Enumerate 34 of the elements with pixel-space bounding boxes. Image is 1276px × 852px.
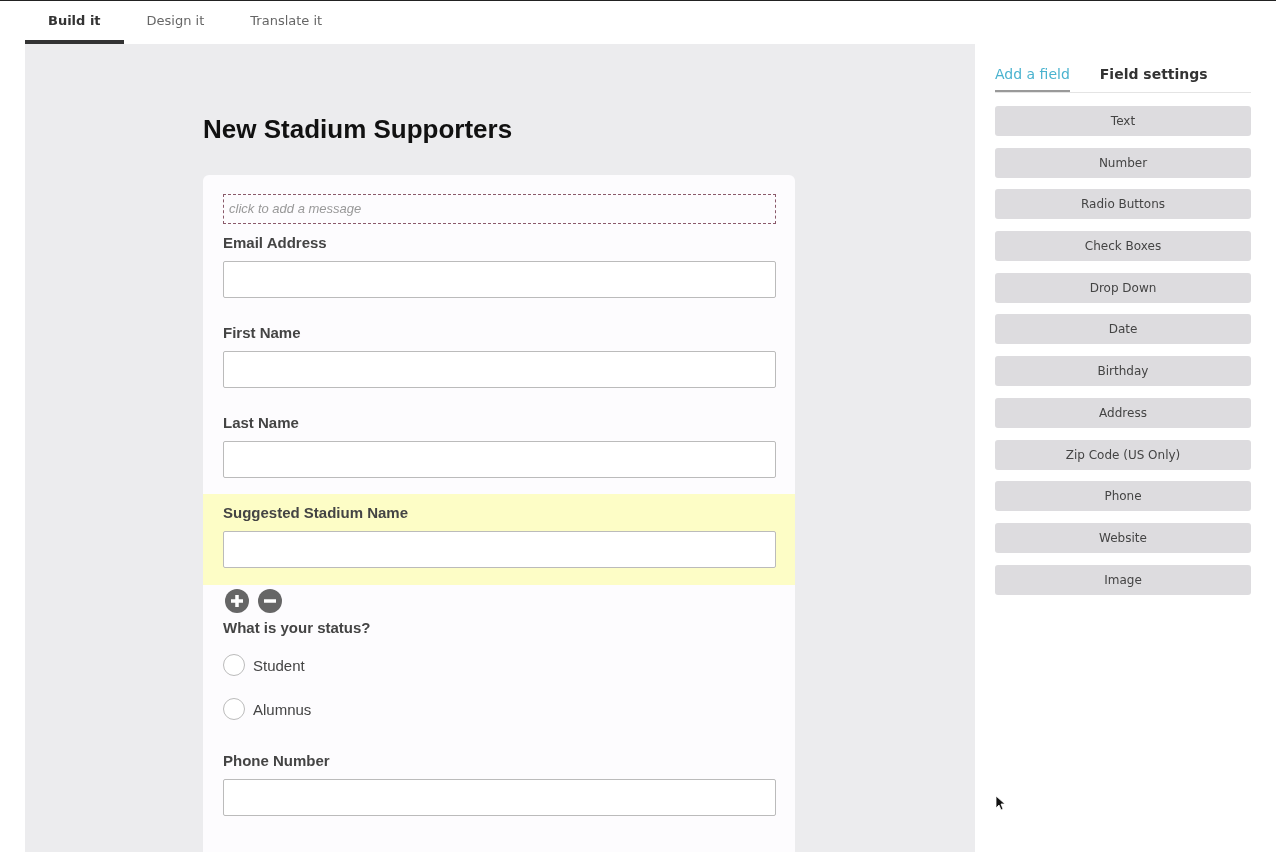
input-field[interactable] xyxy=(223,441,776,478)
field-label: Last Name xyxy=(223,414,300,431)
field-type-button[interactable]: Check Boxes xyxy=(995,231,1251,262)
input-field[interactable] xyxy=(223,351,776,388)
question-label: What is your status? xyxy=(223,619,372,636)
input-field[interactable] xyxy=(223,779,776,816)
option-label: Alumnus xyxy=(253,700,312,718)
tab[interactable]: Design it xyxy=(123,1,228,44)
field-label: First Name xyxy=(223,324,302,341)
mouse-cursor-icon xyxy=(995,795,1005,811)
field-type-button[interactable]: Drop Down xyxy=(995,272,1251,303)
field-type-button[interactable]: Image xyxy=(995,564,1251,595)
input-field[interactable] xyxy=(223,261,776,298)
radio-button[interactable] xyxy=(223,698,245,720)
form-title: New Stadium Supporters xyxy=(203,114,514,145)
field-label: Email Address xyxy=(223,234,328,251)
radio-button[interactable] xyxy=(223,654,245,676)
field-type-button[interactable]: Website xyxy=(995,522,1251,553)
input-field[interactable] xyxy=(223,531,776,568)
field-label: Suggested Stadium Name xyxy=(223,504,410,521)
field-type-button[interactable]: Number xyxy=(995,147,1251,178)
field-type-button[interactable]: Birthday xyxy=(995,356,1251,387)
field-type-button[interactable]: Zip Code (US Only) xyxy=(995,439,1251,470)
field-type-button[interactable]: Address xyxy=(995,397,1251,428)
remove-icon[interactable] xyxy=(258,589,282,613)
tab[interactable]: Translate it xyxy=(227,1,346,44)
field-type-button[interactable]: Phone xyxy=(995,481,1251,512)
field-type-button[interactable]: Date xyxy=(995,314,1251,345)
field-type-button[interactable]: Text xyxy=(995,106,1251,136)
field-label: Phone Number xyxy=(223,752,331,769)
add-icon[interactable] xyxy=(225,589,249,613)
option-label: Student xyxy=(253,656,305,674)
panel-tab[interactable]: Field settings xyxy=(1099,66,1208,92)
field-type-button[interactable]: Radio Buttons xyxy=(995,189,1251,220)
